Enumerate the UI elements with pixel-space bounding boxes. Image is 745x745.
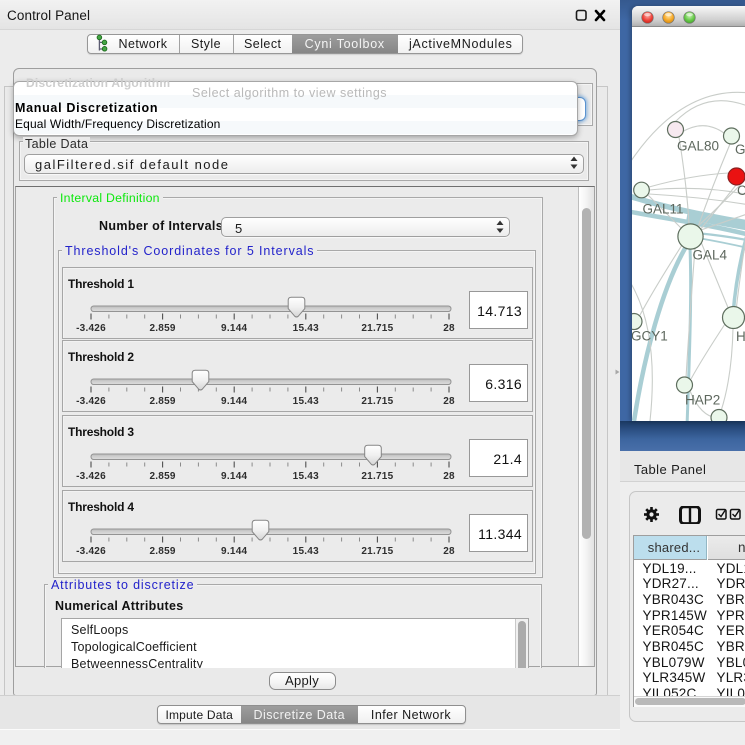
svg-text:9.144: 9.144	[221, 546, 247, 557]
svg-text:28: 28	[443, 546, 455, 557]
svg-text:-3.426: -3.426	[76, 471, 106, 482]
svg-text:21.715: 21.715	[361, 471, 393, 482]
svg-text:21.715: 21.715	[361, 323, 393, 334]
svg-text:15.43: 15.43	[293, 396, 319, 407]
svg-text:9.144: 9.144	[221, 471, 247, 482]
svg-text:9.144: 9.144	[221, 323, 247, 334]
svg-text:C: C	[737, 183, 745, 198]
svg-text:21.715: 21.715	[361, 396, 393, 407]
svg-text:15.43: 15.43	[293, 471, 319, 482]
svg-text:15.43: 15.43	[293, 546, 319, 557]
svg-text:-3.426: -3.426	[76, 396, 106, 407]
svg-text:28: 28	[443, 396, 455, 407]
svg-text:-3.426: -3.426	[76, 323, 106, 334]
svg-text:GAL80: GAL80	[677, 139, 719, 154]
svg-text:H: H	[736, 329, 745, 344]
svg-text:15.43: 15.43	[293, 323, 319, 334]
svg-text:2.859: 2.859	[149, 471, 175, 482]
svg-text:GCY1: GCY1	[632, 329, 668, 344]
svg-text:28: 28	[443, 323, 455, 334]
svg-text:GAL4: GAL4	[693, 248, 728, 263]
svg-text:9.144: 9.144	[221, 396, 247, 407]
svg-text:21.715: 21.715	[361, 546, 393, 557]
svg-text:2.859: 2.859	[149, 546, 175, 557]
svg-text:GAL11: GAL11	[643, 202, 684, 217]
svg-text:G.: G.	[735, 142, 745, 157]
svg-text:HAP2: HAP2	[685, 393, 720, 408]
svg-text:28: 28	[443, 471, 455, 482]
svg-text:2.859: 2.859	[149, 396, 175, 407]
svg-text:-3.426: -3.426	[76, 546, 106, 557]
svg-text:2.859: 2.859	[149, 323, 175, 334]
